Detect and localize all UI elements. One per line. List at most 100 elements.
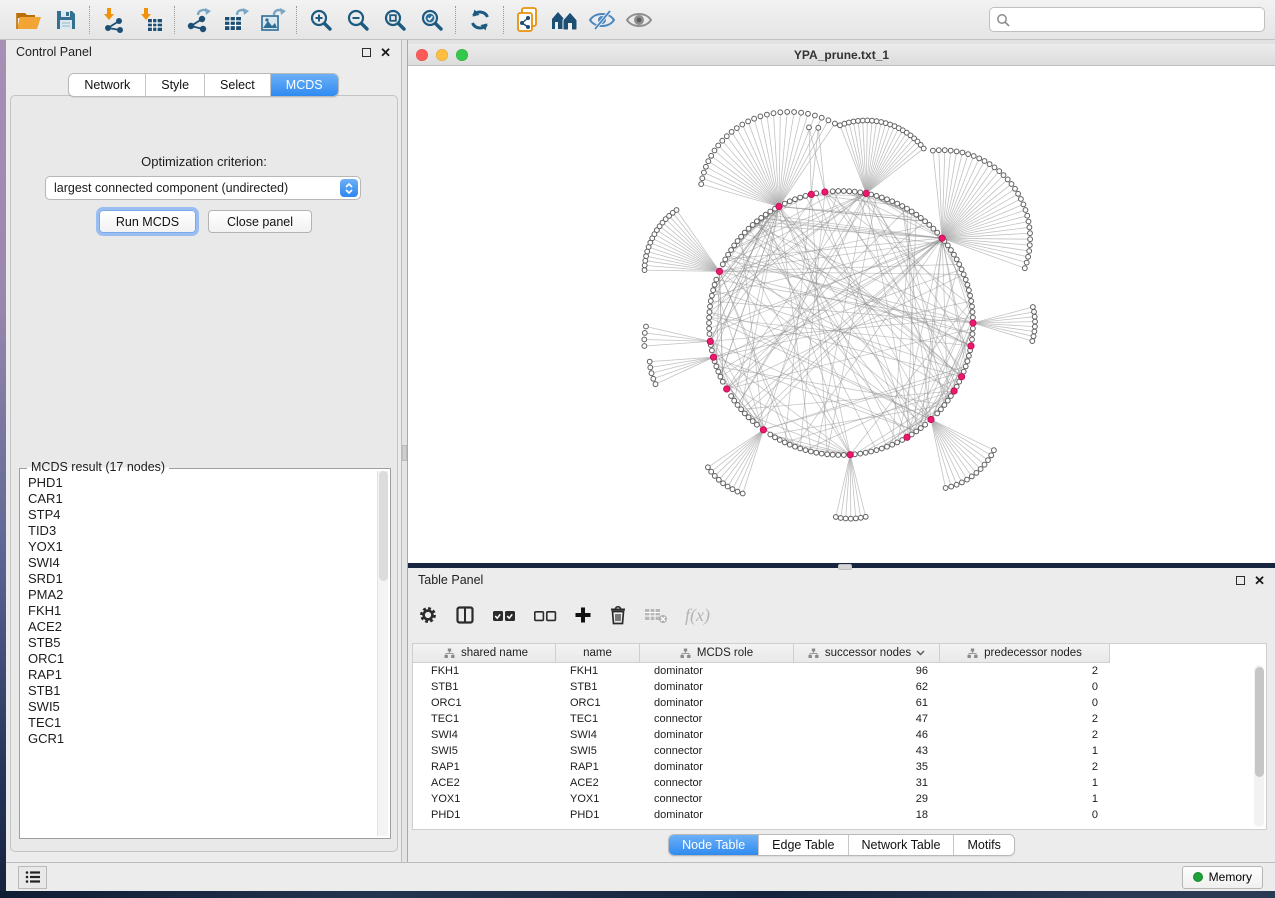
table-cell[interactable]: 62: [794, 679, 940, 695]
table-cell[interactable]: connector: [640, 791, 794, 807]
network-leaf-node[interactable]: [870, 118, 875, 123]
network-leaf-node[interactable]: [954, 482, 959, 487]
table-cell[interactable]: STB1: [417, 679, 556, 695]
network-leaf-node[interactable]: [699, 182, 704, 187]
network-leaf-node[interactable]: [992, 165, 997, 170]
column-header-predecessor-nodes[interactable]: predecessor nodes: [940, 644, 1110, 663]
network-leaf-node[interactable]: [785, 110, 790, 115]
network-node[interactable]: [971, 315, 976, 320]
table-cell[interactable]: 96: [794, 663, 940, 679]
network-leaf-node[interactable]: [992, 448, 997, 453]
network-node[interactable]: [735, 239, 740, 244]
network-node[interactable]: [909, 209, 914, 214]
show-graphics-eye-button[interactable]: [620, 4, 657, 36]
table-row[interactable]: FKH1FKH1dominator962: [413, 663, 1110, 679]
network-node[interactable]: [707, 310, 712, 315]
network-node[interactable]: [939, 407, 944, 412]
network-node[interactable]: [971, 326, 976, 331]
network-view-titlebar[interactable]: YPA_prune.txt_1: [408, 44, 1275, 66]
network-leaf-node[interactable]: [969, 474, 974, 479]
mcds-dominator-node[interactable]: [724, 386, 730, 392]
network-node[interactable]: [742, 230, 747, 235]
mcds-dominator-node[interactable]: [939, 235, 945, 241]
network-leaf-node[interactable]: [1026, 219, 1031, 224]
network-leaf-node[interactable]: [966, 152, 971, 157]
search-input[interactable]: [1010, 12, 1258, 28]
network-leaf-node[interactable]: [977, 156, 982, 161]
network-node[interactable]: [931, 226, 936, 231]
hide-graphics-eye-button[interactable]: [583, 4, 620, 36]
import-table-button[interactable]: [132, 4, 169, 36]
network-leaf-node[interactable]: [712, 474, 717, 479]
network-leaf-node[interactable]: [771, 111, 776, 116]
network-node[interactable]: [777, 438, 782, 443]
network-leaf-node[interactable]: [643, 258, 648, 263]
mcds-dominator-node[interactable]: [970, 320, 976, 326]
table-cell[interactable]: SWI5: [556, 743, 640, 759]
network-node[interactable]: [825, 452, 830, 457]
table-cell[interactable]: connector: [640, 711, 794, 727]
network-node[interactable]: [782, 201, 787, 206]
network-leaf-node[interactable]: [936, 148, 941, 153]
mcds-dominator-node[interactable]: [822, 189, 828, 195]
save-session-button[interactable]: [47, 4, 84, 36]
network-leaf-node[interactable]: [674, 208, 679, 213]
table-cell[interactable]: dominator: [640, 807, 794, 823]
network-leaf-node[interactable]: [838, 516, 843, 521]
open-session-button[interactable]: [10, 4, 47, 36]
network-leaf-node[interactable]: [942, 148, 947, 153]
network-node[interactable]: [707, 321, 712, 326]
mcds-result-item[interactable]: PMA2: [28, 587, 375, 603]
memory-button[interactable]: Memory: [1182, 866, 1263, 889]
network-node[interactable]: [852, 189, 857, 194]
network-leaf-node[interactable]: [971, 154, 976, 159]
function-builder-button[interactable]: f(x): [685, 605, 710, 626]
table-row[interactable]: TEC1TEC1connector472: [413, 711, 1110, 727]
network-node[interactable]: [735, 403, 740, 408]
network-node[interactable]: [890, 442, 895, 447]
table-cell[interactable]: 46: [794, 727, 940, 743]
network-node[interactable]: [768, 209, 773, 214]
network-node[interactable]: [963, 364, 968, 369]
network-leaf-node[interactable]: [1027, 243, 1032, 248]
network-node[interactable]: [918, 426, 923, 431]
tab-edge-table[interactable]: Edge Table: [759, 835, 848, 855]
network-leaf-node[interactable]: [1009, 182, 1014, 187]
network-leaf-node[interactable]: [706, 465, 711, 470]
task-history-button[interactable]: [18, 866, 47, 889]
network-leaf-node[interactable]: [704, 164, 709, 169]
network-node[interactable]: [718, 374, 723, 379]
network-node[interactable]: [858, 190, 863, 195]
network-node[interactable]: [755, 219, 760, 224]
network-node[interactable]: [787, 442, 792, 447]
network-node[interactable]: [708, 304, 713, 309]
network-node[interactable]: [945, 243, 950, 248]
network-node[interactable]: [874, 448, 879, 453]
add-column-button[interactable]: [574, 606, 592, 624]
mcds-result-item[interactable]: STP4: [28, 507, 375, 523]
mcds-result-item[interactable]: SWI4: [28, 555, 375, 571]
table-cell[interactable]: dominator: [640, 663, 794, 679]
network-node[interactable]: [959, 267, 964, 272]
mcds-dominator-node[interactable]: [863, 190, 869, 196]
table-cell[interactable]: 1: [940, 791, 1110, 807]
network-node[interactable]: [879, 446, 884, 451]
network-node[interactable]: [952, 252, 957, 257]
network-leaf-node[interactable]: [778, 110, 783, 115]
table-cell[interactable]: PHD1: [556, 807, 640, 823]
mcds-dominator-node[interactable]: [959, 374, 965, 380]
network-node[interactable]: [710, 293, 715, 298]
network-node[interactable]: [819, 451, 824, 456]
network-node[interactable]: [879, 195, 884, 200]
network-leaf-node[interactable]: [706, 159, 711, 164]
network-node[interactable]: [923, 219, 928, 224]
network-node[interactable]: [759, 216, 764, 221]
network-leaf-node[interactable]: [735, 489, 740, 494]
tab-network[interactable]: Network: [69, 74, 146, 96]
table-row[interactable]: ACE2ACE2connector311: [413, 775, 1110, 791]
network-node[interactable]: [954, 257, 959, 262]
network-node[interactable]: [726, 252, 731, 257]
tab-select[interactable]: Select: [205, 74, 271, 96]
network-leaf-node[interactable]: [648, 365, 653, 370]
network-leaf-node[interactable]: [709, 153, 714, 158]
